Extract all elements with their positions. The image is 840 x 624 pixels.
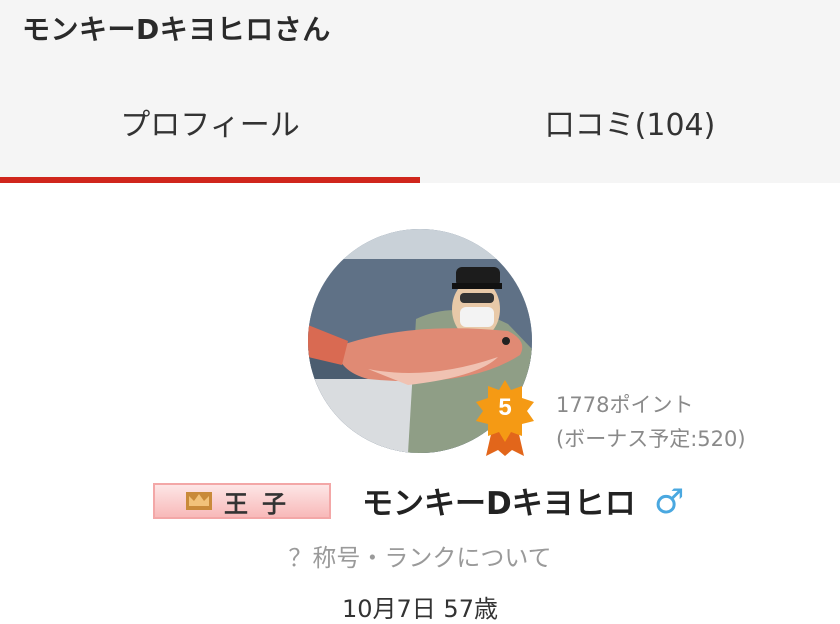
header-area: モンキーDキヨヒロさん プロフィール 口コミ(104)	[0, 0, 840, 183]
tab-profile[interactable]: プロフィール	[0, 98, 420, 154]
crown-icon	[186, 492, 212, 510]
bonus-points: (ボーナス予定:520)	[556, 427, 746, 451]
male-icon: ♂	[654, 482, 685, 522]
user-name: モンキーDキヨヒロ	[362, 486, 636, 522]
points-value: 1778ポイント	[556, 393, 694, 417]
rank-badge: 5	[472, 378, 538, 456]
rank-info-link[interactable]: ？称号・ランクについて	[0, 538, 840, 573]
title-badge-text: 王子	[224, 488, 300, 518]
page-title: モンキーDキヨヒロさん	[22, 13, 331, 46]
rank-level: 5	[498, 394, 512, 421]
active-tab-indicator	[0, 177, 420, 183]
birthday-age: 10月7日 57歳	[342, 595, 498, 623]
tab-reviews[interactable]: 口コミ(104)	[420, 98, 840, 154]
points-info: 1778ポイント (ボーナス予定:520)	[556, 388, 746, 456]
title-badge: 王子	[153, 483, 331, 519]
